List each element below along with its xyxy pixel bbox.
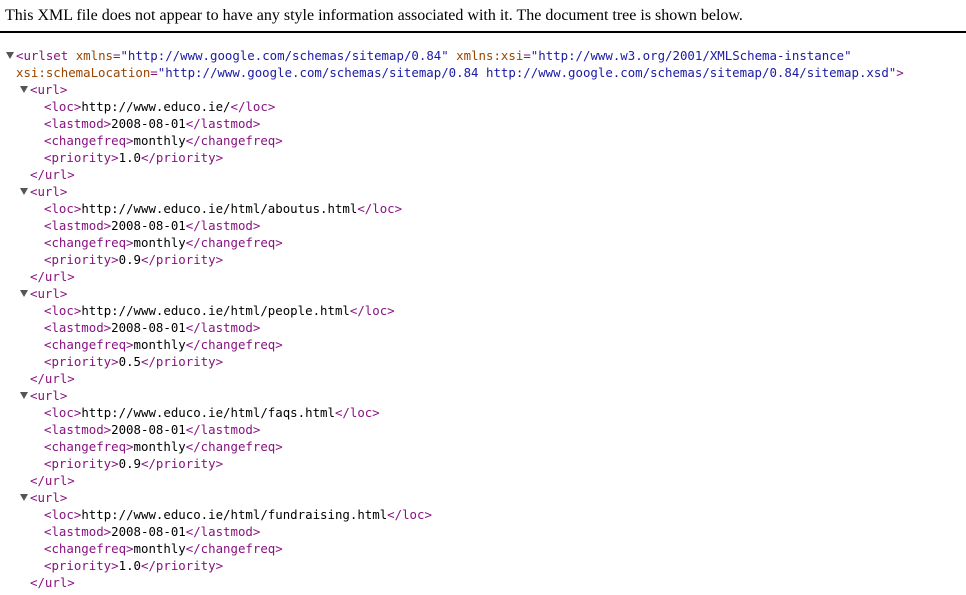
urlset-schema-line: xsi:schemaLocation="http://www.google.co… <box>16 65 904 80</box>
loc-value: http://www.educo.ie/ <box>81 99 231 114</box>
xml-document-tree: <urlset xmlns="http://www.google.com/sch… <box>0 47 966 591</box>
collapse-triangle-icon[interactable] <box>18 285 30 302</box>
priority-value: 1.0 <box>118 150 141 165</box>
collapse-triangle-icon[interactable] <box>18 489 30 506</box>
changefreq-value: monthly <box>133 133 186 148</box>
header-divider <box>0 31 966 33</box>
xmlns-xsi-attr: xmlns:xsi <box>456 48 524 63</box>
xmlns-value: "http://www.google.com/schemas/sitemap/0… <box>120 48 449 63</box>
url-open-line: <url> <box>0 489 966 506</box>
lastmod-value: 2008-08-01 <box>111 116 186 131</box>
url-open-line: <url> <box>0 81 966 98</box>
url-close-line: </url> <box>30 371 75 386</box>
changefreq-line: <changefreq>monthly</changefreq> <box>44 133 283 148</box>
priority-line: <priority>0.9</priority> <box>44 456 224 471</box>
priority-line: <priority>0.9</priority> <box>44 252 224 267</box>
priority-line: <priority>1.0</priority> <box>44 150 224 165</box>
loc-value: http://www.educo.ie/html/fundraising.htm… <box>81 507 388 522</box>
loc-line: <loc>http://www.educo.ie/html/people.htm… <box>44 303 395 318</box>
collapse-triangle-icon[interactable] <box>18 387 30 404</box>
lastmod-line: <lastmod>2008-08-01</lastmod> <box>44 116 261 131</box>
lastmod-line: <lastmod>2008-08-01</lastmod> <box>44 524 261 539</box>
changefreq-line: <changefreq>monthly</changefreq> <box>44 337 283 352</box>
changefreq-value: monthly <box>133 337 186 352</box>
no-style-info-message: This XML file does not appear to have an… <box>5 7 743 24</box>
lastmod-value: 2008-08-01 <box>111 218 186 233</box>
changefreq-line: <changefreq>monthly</changefreq> <box>44 235 283 250</box>
url-open-line: <url> <box>0 183 966 200</box>
schema-location-value: "http://www.google.com/schemas/sitemap/0… <box>157 65 897 80</box>
loc-line: <loc>http://www.educo.ie/html/fundraisin… <box>44 507 432 522</box>
changefreq-line: <changefreq>monthly</changefreq> <box>44 541 283 556</box>
loc-line: <loc>http://www.educo.ie/</loc> <box>44 99 276 114</box>
changefreq-value: monthly <box>133 439 186 454</box>
loc-value: http://www.educo.ie/html/people.html <box>81 303 350 318</box>
changefreq-line: <changefreq>monthly</changefreq> <box>44 439 283 454</box>
lastmod-line: <lastmod>2008-08-01</lastmod> <box>44 218 261 233</box>
priority-line: <priority>0.5</priority> <box>44 354 224 369</box>
loc-line: <loc>http://www.educo.ie/html/aboutus.ht… <box>44 201 403 216</box>
priority-value: 1.0 <box>118 558 141 573</box>
lastmod-line: <lastmod>2008-08-01</lastmod> <box>44 320 261 335</box>
lastmod-line: <lastmod>2008-08-01</lastmod> <box>44 422 261 437</box>
urlset-tag: <urlset <box>16 48 69 63</box>
url-close-line: </url> <box>30 167 75 182</box>
priority-value: 0.9 <box>118 456 141 471</box>
xmlns-xsi-value: "http://www.w3.org/2001/XMLSchema-instan… <box>530 48 852 63</box>
url-open-line: <url> <box>0 387 966 404</box>
lastmod-value: 2008-08-01 <box>111 320 186 335</box>
loc-value: http://www.educo.ie/html/aboutus.html <box>81 201 358 216</box>
collapse-triangle-icon[interactable] <box>4 47 16 64</box>
url-close-line: </url> <box>30 269 75 284</box>
priority-value: 0.5 <box>118 354 141 369</box>
schema-location-attr: xsi:schemaLocation <box>16 65 151 80</box>
url-close-line: </url> <box>30 473 75 488</box>
collapse-triangle-icon[interactable] <box>18 81 30 98</box>
url-open-line: <url> <box>0 285 966 302</box>
changefreq-value: monthly <box>133 235 186 250</box>
lastmod-value: 2008-08-01 <box>111 422 186 437</box>
priority-line: <priority>1.0</priority> <box>44 558 224 573</box>
collapse-triangle-icon[interactable] <box>18 183 30 200</box>
priority-value: 0.9 <box>118 252 141 267</box>
loc-value: http://www.educo.ie/html/faqs.html <box>81 405 335 420</box>
lastmod-value: 2008-08-01 <box>111 524 186 539</box>
xmlns-attr: xmlns <box>75 48 113 63</box>
url-close-line: </url> <box>30 575 75 590</box>
loc-line: <loc>http://www.educo.ie/html/faqs.html<… <box>44 405 380 420</box>
url-entries: <url> <loc>http://www.educo.ie/</loc> <l… <box>0 81 966 591</box>
changefreq-value: monthly <box>133 541 186 556</box>
urlset-open-line: <urlset xmlns="http://www.google.com/sch… <box>0 47 966 64</box>
